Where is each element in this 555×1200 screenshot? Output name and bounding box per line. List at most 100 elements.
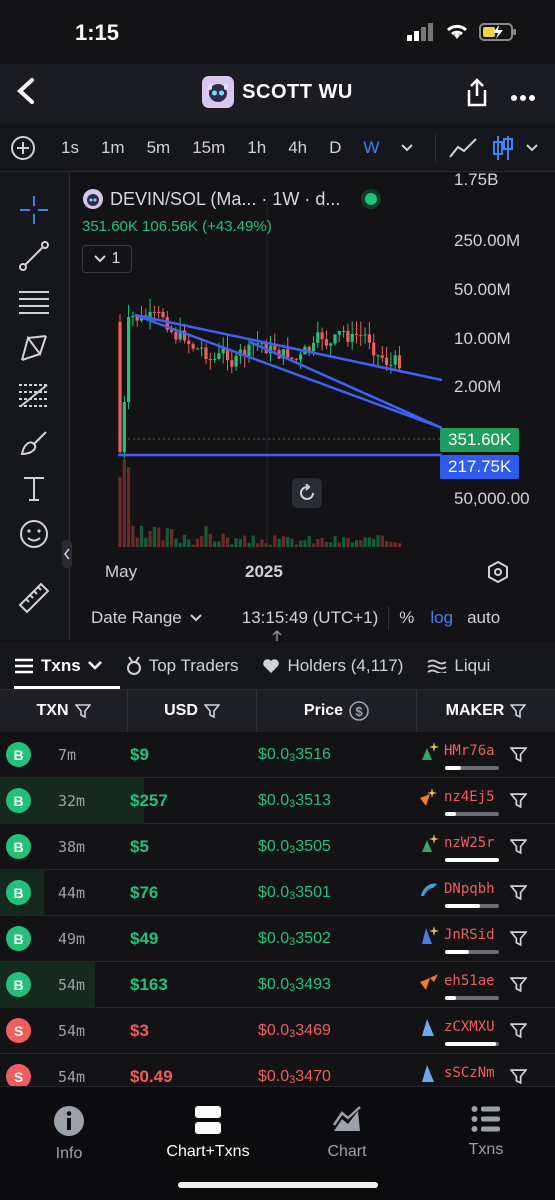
more-icon	[511, 95, 535, 101]
table-row[interactable]: B 44m $76 $0.033501 DNpqbh	[0, 870, 555, 916]
maker-balance-bar	[445, 766, 499, 770]
tab-txns[interactable]: Txns	[14, 656, 102, 676]
txn-usd: $76	[130, 883, 159, 902]
info-icon	[54, 1106, 84, 1136]
timeframe-w[interactable]: W	[363, 138, 379, 158]
tab-top-traders[interactable]: Top Traders	[126, 655, 238, 676]
chevron-left-icon	[64, 548, 70, 560]
timeframe-1m[interactable]: 1m	[101, 138, 125, 158]
txn-maker[interactable]: nz4Ej5	[418, 786, 499, 816]
filter-icon[interactable]	[510, 1068, 527, 1085]
table-row[interactable]: S 54m $0.49 $0.033470 sSCzNm	[0, 1054, 555, 1086]
col-price[interactable]: Price $	[257, 690, 417, 732]
indicator-toggle[interactable]: 1	[82, 245, 132, 273]
txn-maker[interactable]: JnRSid	[418, 924, 499, 954]
txn-usd: $9	[130, 745, 149, 764]
candle-body	[397, 355, 402, 369]
candle-body	[200, 347, 204, 349]
tab-liquidity[interactable]: Liqui	[427, 656, 490, 676]
table-row[interactable]: B 38m $5 $0.033505 nzW25r	[0, 824, 555, 870]
add-indicator-button[interactable]	[11, 135, 35, 160]
txn-maker[interactable]: zCXMXU	[418, 1016, 499, 1046]
chevron-down-icon[interactable]	[401, 143, 414, 152]
crosshair-tool[interactable]	[16, 192, 52, 228]
nav-label: Info	[55, 1145, 83, 1162]
maker-balance-fill	[445, 996, 456, 1000]
tab-holders[interactable]: Holders (4,117)	[262, 656, 403, 676]
txn-maker[interactable]: DNpqbh	[418, 878, 499, 908]
nav-txns[interactable]: Txns	[436, 1105, 536, 1159]
price-chart[interactable]: DEVIN/SOL (Ma... · 1W · d... 351.60K 106…	[72, 170, 555, 640]
candle-body	[372, 342, 376, 356]
trendline-tool[interactable]	[16, 238, 52, 274]
volume-bar	[380, 535, 384, 547]
col-maker[interactable]: MAKER	[417, 690, 555, 732]
txn-usd: $49	[130, 929, 159, 948]
candle-body	[204, 347, 208, 359]
col-txn[interactable]: TXN	[0, 690, 128, 732]
timeframe-4h[interactable]: 4h	[288, 138, 307, 158]
pattern-icon	[21, 335, 47, 361]
auto-toggle[interactable]: auto	[467, 608, 500, 628]
nav-chart[interactable]: Chart	[297, 1105, 397, 1161]
emoji-tool[interactable]	[16, 516, 52, 552]
chevron-down-icon[interactable]	[526, 143, 539, 152]
nav-info[interactable]: Info	[19, 1105, 119, 1163]
volume-bar	[182, 534, 187, 547]
text-tool[interactable]	[16, 470, 52, 506]
log-toggle[interactable]: log	[430, 608, 453, 628]
sparkle-icon	[422, 742, 439, 760]
brush-tool[interactable]	[16, 424, 52, 460]
page-title: SCOTT WU	[242, 80, 353, 103]
table-row[interactable]: S 54m $3 $0.033469 zCXMXU	[0, 1008, 555, 1054]
filter-icon[interactable]	[510, 838, 527, 855]
scroll-to-latest-button[interactable]	[487, 560, 509, 589]
filter-icon[interactable]	[510, 930, 527, 947]
candle-body	[380, 355, 384, 358]
volume-bar	[234, 538, 238, 547]
filter-icon[interactable]	[510, 792, 527, 809]
txn-maker[interactable]: nzW25r	[418, 832, 499, 862]
timeframe-15m[interactable]: 15m	[192, 138, 225, 158]
nav-chart-txns[interactable]: Chart+Txns	[158, 1105, 258, 1161]
txn-maker[interactable]: eh51ae	[418, 970, 499, 1000]
filter-icon[interactable]	[510, 976, 527, 993]
pattern-tool[interactable]	[16, 330, 52, 366]
txn-maker[interactable]: sSCzNm	[418, 1062, 495, 1084]
timeframe-5m[interactable]: 5m	[147, 138, 171, 158]
candle-body	[273, 345, 277, 351]
col-usd[interactable]: USD	[128, 690, 257, 732]
table-row[interactable]: B 32m $257 $0.033513 nz4Ej5	[0, 778, 555, 824]
timeframe-1h[interactable]: 1h	[247, 138, 266, 158]
horizontal-lines-tool[interactable]	[16, 284, 52, 320]
date-range-button[interactable]: Date Range	[91, 608, 182, 628]
candlestick-icon[interactable]	[492, 134, 514, 162]
percent-toggle[interactable]: %	[399, 608, 414, 628]
timeframe-1s[interactable]: 1s	[61, 138, 79, 158]
token-avatar	[202, 76, 235, 108]
fib-tool[interactable]	[16, 378, 52, 414]
table-row[interactable]: B 7m $9 $0.033516 HMr76a	[0, 732, 555, 778]
collapse-toolbar-button[interactable]	[62, 540, 72, 568]
chevron-down-icon[interactable]	[190, 614, 202, 622]
line-chart-icon[interactable]	[448, 137, 478, 159]
reset-chart-button[interactable]	[292, 478, 322, 508]
table-row[interactable]: B 54m $163 $0.033493 eh51ae	[0, 962, 555, 1008]
table-row[interactable]: B 49m $49 $0.033502 JnRSid	[0, 916, 555, 962]
filter-icon[interactable]	[510, 1022, 527, 1039]
symbol-line[interactable]: DEVIN/SOL (Ma... · 1W · d...	[82, 188, 382, 210]
candle-body	[174, 331, 178, 340]
ruler-tool[interactable]	[16, 580, 52, 616]
candle-body	[389, 364, 393, 366]
more-button[interactable]	[511, 82, 535, 108]
medal-icon	[126, 655, 141, 675]
timeframe-d[interactable]: D	[329, 138, 341, 158]
txn-type-badge: S	[6, 1064, 31, 1086]
share-button[interactable]	[465, 78, 489, 113]
filter-icon[interactable]	[510, 746, 527, 763]
filter-icon[interactable]	[510, 884, 527, 901]
symbol-label: DEVIN/SOL (Ma... · 1W · d...	[110, 188, 341, 209]
txn-price: $0.033469	[258, 1022, 331, 1040]
candle-body	[354, 333, 359, 336]
txn-maker[interactable]: HMr76a	[418, 740, 499, 770]
